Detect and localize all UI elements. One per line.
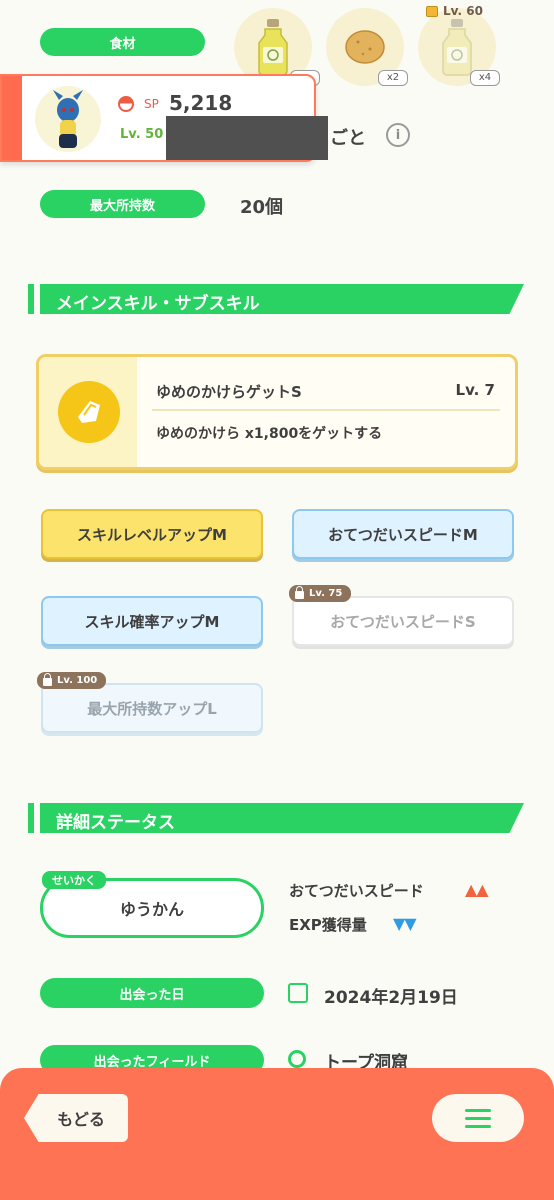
detail-section-header: 詳細ステータス	[28, 803, 528, 833]
sub-skill-3-button[interactable]: スキル確率アップM	[41, 596, 263, 646]
main-skill-description: ゆめのかけら x1,800をゲットする	[156, 426, 383, 442]
main-skill-name: ゆめのかけらゲットS	[156, 383, 302, 401]
sub-skill-4-button[interactable]: おてつだいスピードS	[292, 596, 514, 646]
nature-up-stat: おてつだいスピード	[289, 882, 424, 900]
sp-value: 5,218	[169, 91, 233, 115]
nature-value: ゆうかん	[119, 900, 184, 919]
lock-icon	[295, 586, 304, 599]
main-skill-divider	[152, 409, 500, 411]
met-date-value: 2024年2月19日	[324, 988, 458, 1008]
card-accent-bar	[2, 76, 22, 160]
pokemon-avatar	[35, 86, 101, 152]
lock-icon	[426, 5, 438, 17]
pokemon-level: Lv. 50	[120, 127, 164, 142]
oil-bottle-icon	[258, 19, 288, 76]
ingredient-slot-3[interactable]: x4	[418, 8, 500, 86]
ingredient-count: x4	[470, 70, 500, 86]
ingredient-slot-2[interactable]: x2	[326, 8, 408, 86]
main-skill-card[interactable]: ゆめのかけらゲットS Lv. 7 ゆめのかけら x1,800をゲットする	[36, 354, 518, 470]
max-carry-label: 最大所持数	[40, 190, 205, 218]
nature-down-stat: EXP獲得量	[289, 916, 367, 934]
oil-bottle-icon	[442, 19, 472, 76]
main-skill-icon-area	[39, 357, 137, 467]
back-button-label: もどる	[57, 1110, 105, 1129]
section-title: 詳細ステータス	[56, 813, 175, 833]
main-skill-level: Lv. 7	[455, 381, 495, 399]
sub-skill-1-button[interactable]: スキルレベルアップM	[41, 509, 263, 559]
ingredient-lock-label: Lv. 60	[426, 4, 483, 18]
hamburger-menu-icon	[465, 1108, 491, 1128]
ingredient-count: x2	[378, 70, 408, 86]
sub-skill-5-button[interactable]: 最大所持数アップL	[41, 683, 263, 733]
calendar-icon	[288, 983, 308, 1003]
sp-label: SP	[144, 97, 159, 111]
menu-button[interactable]	[432, 1094, 524, 1142]
down-arrows-icon: ▼▼	[393, 914, 417, 933]
nature-tag: せいかく	[42, 871, 106, 889]
pokeball-icon	[118, 96, 134, 112]
ingredients-label: 食材	[40, 28, 205, 56]
info-icon[interactable]: i	[386, 123, 410, 147]
back-button[interactable]: もどる	[24, 1094, 128, 1142]
section-title: メインスキル・サブスキル	[56, 294, 260, 314]
location-pin-icon	[288, 1050, 306, 1068]
sub-skill-2-button[interactable]: おてつだいスピードM	[292, 509, 514, 559]
met-date-label: 出会った日	[40, 978, 264, 1008]
partial-skill-text: ごと	[330, 128, 366, 149]
up-arrows-icon: ▲▲	[465, 880, 489, 899]
sub-skill-4-lock-badge: Lv. 75	[289, 585, 352, 602]
skill-section-header: メインスキル・サブスキル	[28, 284, 528, 314]
potato-icon	[345, 30, 385, 64]
redacted-name-block	[166, 116, 328, 160]
max-carry-value: 20個	[240, 197, 284, 218]
footer-bar: もどる	[0, 1068, 554, 1200]
dream-shard-icon	[58, 381, 120, 443]
lock-icon	[43, 673, 52, 686]
sub-skill-5-lock-badge: Lv. 100	[37, 672, 107, 689]
